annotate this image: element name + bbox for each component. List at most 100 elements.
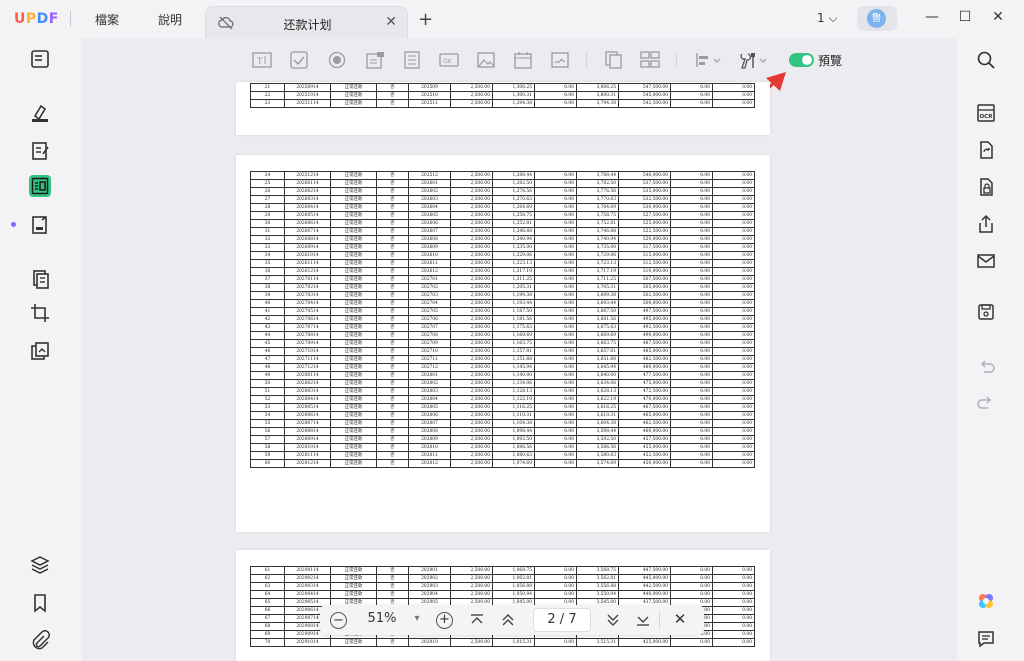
recognize-form-icon[interactable] [640,51,660,69]
fill-sign-icon[interactable] [29,214,51,236]
table-cell: 472,500.00 [618,387,671,396]
page-indicator[interactable]: 2 / 7 [533,608,591,632]
table-cell: 1,282.50 [492,179,535,188]
zoom-in-button[interactable]: + [436,612,453,629]
table-row: 28 20260414 正常还款否 202604 2,500.00 1,264.69 0.0… [250,203,755,212]
table-cell: 202810 [408,443,451,452]
table-cell: 20260914 [284,243,331,252]
prepare-form-icon[interactable] [29,175,51,197]
crop-icon[interactable] [29,302,51,324]
document-view[interactable]: T OK 預覽 21 20250914 正常还款否 202509 2,500.00 1,3… [82,38,957,661]
table-cell: 0.00 [712,235,755,244]
table-cell: 0.00 [534,259,577,268]
table-cell: 3,705.31 [576,283,619,292]
table-cell: 20280314 [284,387,331,396]
table-cell: 3,622.19 [576,395,619,404]
properties-tools-icon[interactable] [738,51,768,69]
table-cell: 0.00 [712,323,755,332]
table-cell: 0.00 [670,259,713,268]
table-cell: 54 [250,411,285,420]
comments-panel-icon[interactable] [976,629,996,649]
menu-file[interactable]: 檔案 [95,11,119,28]
table-cell: 正常还款 [330,459,377,468]
account-button[interactable]: 鲁 [857,6,897,31]
attachment-icon[interactable] [29,629,51,651]
image-field-icon[interactable] [476,51,496,69]
table-cell: 20280914 [284,435,331,444]
align-dropdown-icon[interactable] [694,51,722,69]
table-cell: 450,000.00 [618,459,671,468]
first-page-icon[interactable] [468,611,486,629]
table-cell: 3,657.81 [576,347,619,356]
edit-pdf-icon[interactable] [29,140,51,162]
text-field-icon[interactable]: T [252,51,272,69]
save-icon[interactable] [976,302,996,322]
table-cell: 3,681.56 [576,315,619,324]
table-cell: 31 [250,227,285,236]
zoom-dropdown-caret[interactable]: ▾ [410,613,424,631]
table-cell: 0.00 [712,187,755,196]
title-bar: UPDF 檔案 說明 还款计划 ✕ + 1 ⌵ 鲁 — ☐ ✕ [0,0,1024,38]
table-cell: 70 [250,638,285,647]
table-cell: 0.00 [670,443,713,452]
next-page-icon[interactable] [604,611,622,629]
undo-icon[interactable] [976,356,996,376]
preview-switch[interactable] [789,53,814,67]
convert-file-icon[interactable] [976,140,996,160]
comment-icon[interactable] [29,102,51,124]
button-field-icon[interactable]: OK [439,51,459,69]
table-cell: 否 [376,219,409,228]
maximize-icon[interactable]: ☐ [955,9,975,25]
redo-icon[interactable] [976,392,996,412]
table-cell: 20261014 [284,251,331,260]
last-page-icon[interactable] [634,611,652,629]
date-field-icon[interactable] [513,51,533,69]
radio-button-icon[interactable] [327,51,347,69]
list-box-icon[interactable] [402,51,422,69]
checkbox-icon[interactable] [289,51,309,69]
zoom-out-button[interactable]: − [330,612,347,629]
table-cell: 3,574.69 [576,459,619,468]
table-cell: 0.00 [712,443,755,452]
menu-help[interactable]: 說明 [158,11,182,28]
table-cell: 512,500.00 [618,259,671,268]
ocr-icon[interactable]: OCR [976,103,996,123]
table-cell: 否 [376,203,409,212]
table-cell: 1,050.94 [492,590,535,599]
table-cell: 0.00 [534,227,577,236]
table-cell: 否 [376,211,409,220]
new-tab-button[interactable]: + [418,9,433,30]
minimize-icon[interactable]: — [922,9,942,25]
convert-icon[interactable] [29,340,51,362]
close-window-icon[interactable]: ✕ [988,9,1008,25]
bookmark-icon[interactable] [29,592,51,614]
reader-icon[interactable] [29,48,51,70]
document-tab[interactable]: 还款计划 ✕ [205,6,408,38]
zoom-level[interactable]: 51% [362,611,402,629]
dropdown-field-icon[interactable] [365,51,385,69]
layers-icon[interactable] [29,554,51,576]
table-cell: 否 [376,235,409,244]
table-cell: 502,500.00 [618,291,671,300]
table-cell: 0.00 [712,606,755,615]
table-cell: 452,500.00 [618,451,671,460]
window-page-selector[interactable]: 1 ⌵ [817,11,838,26]
previous-page-icon[interactable] [499,611,517,629]
close-tab-icon[interactable]: ✕ [385,14,397,30]
table-cell: 3,616.25 [576,403,619,412]
share-icon[interactable] [976,214,996,234]
table-row: 45 20270914 正常还款否 202709 2,500.00 1,163.75 0.0… [250,339,755,348]
signature-field-icon[interactable] [550,51,570,69]
email-icon[interactable] [976,251,996,271]
close-zoom-bar-icon[interactable]: ✕ [670,610,690,628]
search-icon[interactable] [976,50,996,70]
duplicate-fields-icon[interactable] [604,51,624,69]
ai-assistant-icon[interactable] [976,591,996,611]
table-cell: 2,500.00 [450,91,493,100]
table-cell: 正常还款 [330,235,377,244]
protect-icon[interactable] [976,177,996,197]
table-cell: 0.00 [712,614,755,623]
table-cell: 62 [250,574,285,583]
organize-pages-icon[interactable] [29,268,51,290]
table-cell: 542,500.00 [618,99,671,108]
